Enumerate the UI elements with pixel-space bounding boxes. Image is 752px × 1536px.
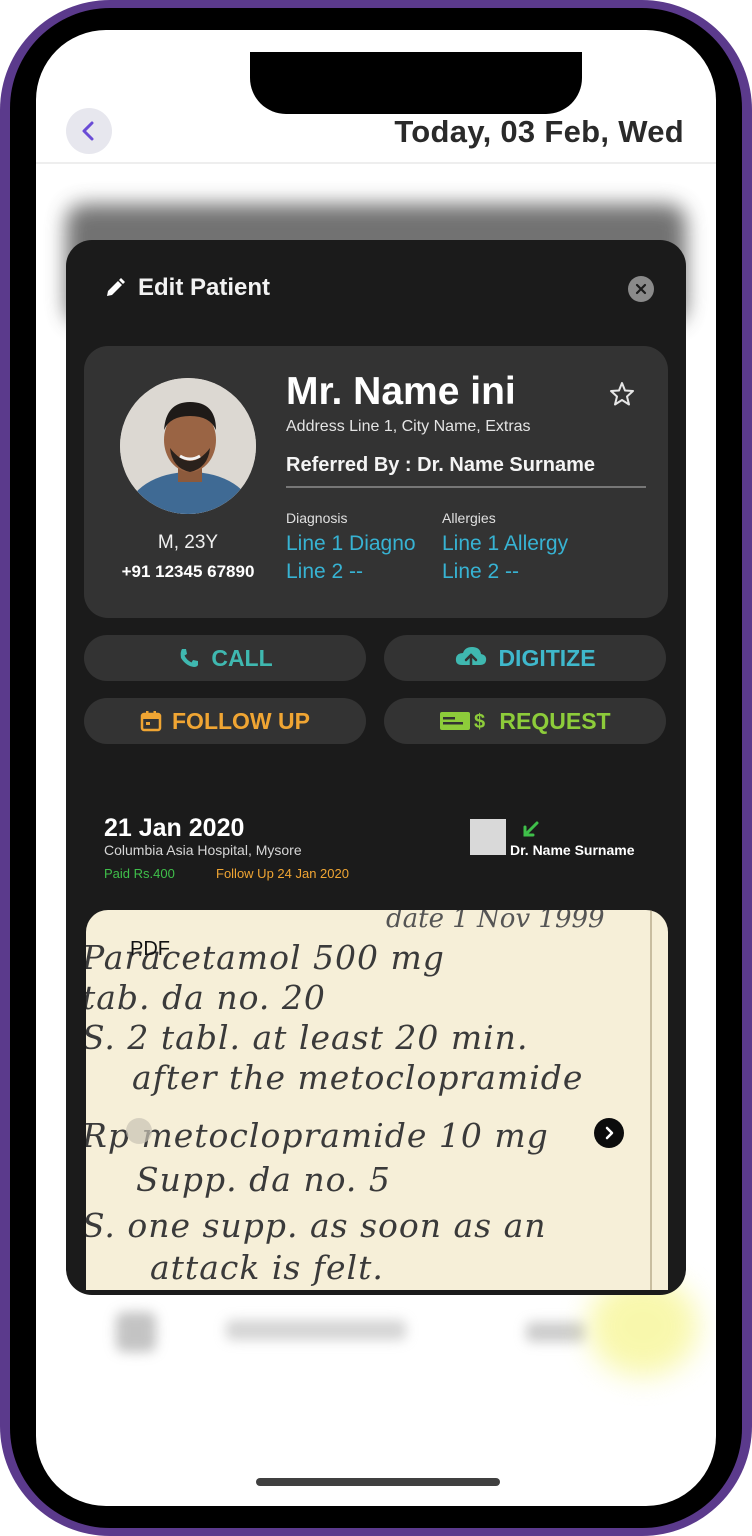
pdf-label: PDF bbox=[130, 938, 170, 960]
arrow-down-left-icon bbox=[523, 821, 539, 837]
calendar-icon bbox=[140, 711, 162, 732]
chevron-right-icon bbox=[605, 1126, 614, 1140]
digitize-button[interactable]: DIGITIZE bbox=[384, 635, 666, 681]
previous-page-button[interactable] bbox=[126, 1118, 152, 1144]
date-title: Today, 03 Feb, Wed bbox=[394, 114, 684, 149]
star-icon[interactable] bbox=[608, 380, 636, 408]
prescription-line: date 1 Nov 1999 bbox=[386, 910, 605, 934]
edit-patient-modal: Edit Patient M, 23Y +91 12345 67890 Mr. … bbox=[66, 240, 686, 1295]
allergies-line-2: Line 2 -- bbox=[442, 560, 520, 583]
prescription-line: S. 2 tabl. at least 20 min. bbox=[86, 1018, 529, 1057]
prescription-line: after the metoclopramide bbox=[132, 1058, 584, 1097]
chevron-left-icon bbox=[82, 121, 94, 141]
patient-address: Address Line 1, City Name, Extras bbox=[286, 418, 531, 435]
allergies-label: Allergies bbox=[442, 510, 496, 526]
digitize-label: DIGITIZE bbox=[498, 644, 596, 671]
follow-up-button[interactable]: FOLLOW UP bbox=[84, 698, 366, 744]
close-button[interactable] bbox=[628, 276, 654, 302]
pencil-icon bbox=[107, 278, 125, 296]
prescription-line: tab. da no. 20 bbox=[86, 978, 326, 1017]
notch bbox=[250, 52, 582, 114]
patient-card: M, 23Y +91 12345 67890 Mr. Name ini Addr… bbox=[84, 346, 668, 618]
diagnosis-line-2: Line 2 -- bbox=[286, 560, 364, 583]
visit-hospital: Columbia Asia Hospital, Mysore bbox=[104, 842, 302, 858]
gender-age: M, 23Y bbox=[157, 532, 219, 553]
svg-text:$: $ bbox=[474, 711, 485, 733]
request-button[interactable]: $ REQUEST bbox=[384, 698, 666, 744]
back-button[interactable] bbox=[66, 108, 112, 154]
prescription-line: attack is felt. bbox=[150, 1248, 384, 1287]
card-divider bbox=[286, 486, 646, 488]
diagnosis-label: Diagnosis bbox=[286, 510, 348, 526]
prescription-preview[interactable]: date 1 Nov 1999 Paracetamol 500 mg tab. … bbox=[86, 910, 668, 1290]
follow-up-label: FOLLOW UP bbox=[172, 707, 310, 734]
next-page-button[interactable] bbox=[594, 1118, 624, 1148]
visit-date: 21 Jan 2020 bbox=[104, 814, 245, 842]
diagnosis-line-1: Line 1 Diagno bbox=[286, 532, 416, 555]
referred-by: Referred By : Dr. Name Surname bbox=[286, 454, 596, 476]
app-screen: Today, 03 Feb, Wed Edit Patient M, 23Y +… bbox=[36, 30, 716, 1506]
call-label: CALL bbox=[211, 644, 273, 671]
phone-icon bbox=[180, 649, 199, 667]
doctor-avatar bbox=[470, 819, 506, 855]
paid-amount: Paid Rs.400 bbox=[104, 866, 175, 881]
header-divider bbox=[36, 162, 716, 164]
prescription-line: S. one supp. as soon as an bbox=[86, 1206, 547, 1245]
follow-up-date: Follow Up 24 Jan 2020 bbox=[216, 866, 349, 881]
patient-name: Mr. Name ini bbox=[286, 370, 516, 413]
modal-title: Edit Patient bbox=[138, 274, 271, 301]
home-indicator[interactable] bbox=[256, 1478, 500, 1486]
patient-avatar bbox=[120, 378, 256, 514]
call-button[interactable]: CALL bbox=[84, 635, 366, 681]
phone-number: +91 12345 67890 bbox=[121, 562, 255, 581]
paper-margin bbox=[650, 910, 652, 1290]
prescription-line: Supp. da no. 5 bbox=[136, 1160, 391, 1199]
request-label: REQUEST bbox=[499, 707, 611, 734]
close-icon bbox=[635, 283, 647, 295]
bill-icon: $ bbox=[440, 711, 486, 733]
cloud-upload-icon bbox=[456, 647, 487, 671]
doctor-name: Dr. Name Surname bbox=[510, 842, 635, 858]
allergies-line-1: Line 1 Allergy bbox=[442, 532, 569, 555]
prescription-line: Rp metoclopramide 10 mg bbox=[86, 1116, 549, 1155]
modal-header: Edit Patient bbox=[104, 274, 270, 302]
